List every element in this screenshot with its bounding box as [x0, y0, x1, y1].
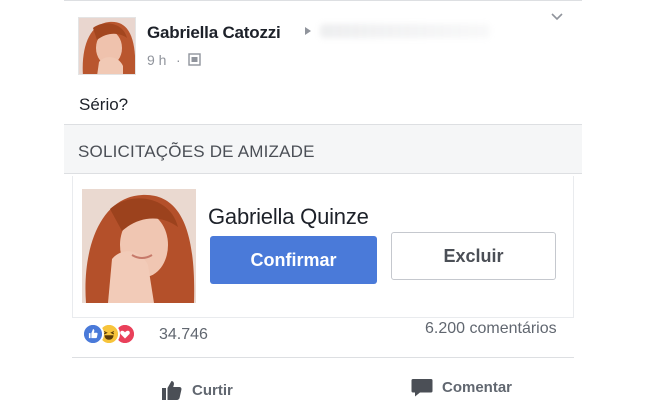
like-label: Curtir — [192, 382, 233, 399]
thumbs-up-icon — [162, 381, 182, 400]
author-name[interactable]: Gabriella Catozzi — [147, 23, 281, 43]
post-text: Sério? — [79, 95, 129, 114]
comment-icon — [411, 379, 433, 397]
actions-divider — [72, 357, 574, 358]
reactions-group[interactable] — [82, 323, 162, 347]
globe-icon — [188, 53, 201, 66]
confirm-button[interactable]: Confirmar — [210, 236, 377, 284]
meta-separator: · — [176, 52, 181, 68]
comment-label: Comentar — [442, 379, 513, 396]
post-timestamp[interactable]: 9 h — [147, 52, 166, 68]
chevron-down-icon[interactable] — [550, 10, 564, 24]
friend-requests-title: SOLICITAÇÕES DE AMIZADE — [78, 142, 315, 161]
post-top-border — [64, 0, 582, 1]
author-avatar[interactable] — [78, 17, 136, 75]
friend-requests-header: SOLICITAÇÕES DE AMIZADE — [64, 124, 582, 174]
reaction-count[interactable]: 34.746 — [159, 326, 208, 344]
arrow-right-icon — [305, 27, 311, 35]
comment-count[interactable]: 6.200 comentários — [425, 320, 557, 338]
like-reaction-icon — [82, 323, 104, 345]
requester-avatar[interactable] — [82, 189, 196, 303]
blurred-recipient — [320, 24, 490, 38]
requester-name[interactable]: Gabriella Quinze — [208, 204, 369, 230]
delete-button[interactable]: Excluir — [391, 232, 556, 280]
